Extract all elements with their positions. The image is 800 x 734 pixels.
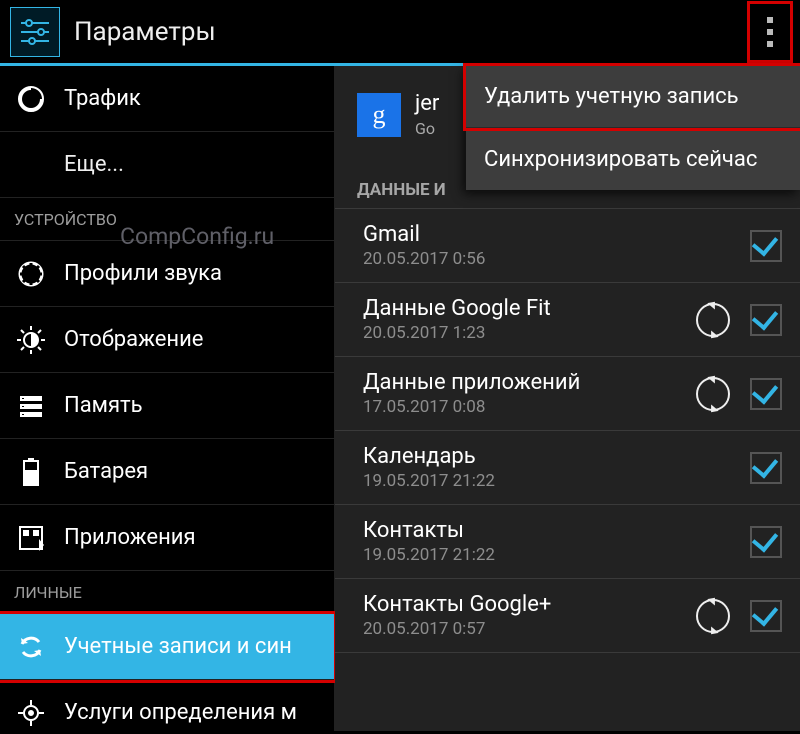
sidebar-item-label: Еще... xyxy=(64,152,124,177)
sidebar-item-more[interactable]: Еще... xyxy=(0,132,334,198)
sidebar-item-label: Услуги определения м xyxy=(64,700,297,725)
sync-item-time: 20.05.2017 0:57 xyxy=(363,619,696,639)
sidebar-item-label: Приложения xyxy=(64,525,196,550)
settings-sidebar: Трафик Еще... УСТРОЙСТВО Профили звука О… xyxy=(0,66,335,731)
sidebar-item-label: Батарея xyxy=(64,459,148,484)
apps-icon xyxy=(16,523,46,553)
sidebar-item-storage[interactable]: Память xyxy=(0,373,334,439)
sync-item[interactable]: Данные приложений17.05.2017 0:08 xyxy=(335,357,800,431)
sidebar-item-accounts[interactable]: Учетные записи и син xyxy=(0,614,334,680)
sync-checkbox[interactable] xyxy=(750,526,782,558)
sidebar-item-sound[interactable]: Профили звука xyxy=(0,241,334,307)
settings-icon xyxy=(10,7,60,57)
account-detail-pane: g jer Go ДАННЫЕ И Gmail20.05.2017 0:56Да… xyxy=(335,66,800,731)
sync-item[interactable]: Контакты19.05.2017 21:22 xyxy=(335,505,800,579)
sync-progress-icon xyxy=(696,377,730,411)
sync-checkbox[interactable] xyxy=(750,378,782,410)
sync-item-title: Данные Google Fit xyxy=(363,296,696,321)
sync-item-time: 19.05.2017 21:22 xyxy=(363,545,750,565)
sync-item-time: 20.05.2017 0:56 xyxy=(363,249,750,269)
more-vert-icon xyxy=(766,17,774,47)
sidebar-item-location[interactable]: Услуги определения м xyxy=(0,680,334,734)
brightness-icon xyxy=(16,325,46,355)
sync-checkbox[interactable] xyxy=(750,452,782,484)
account-name: jer xyxy=(415,93,439,115)
sync-checkbox[interactable] xyxy=(750,600,782,632)
sidebar-item-label: Учетные записи и син xyxy=(64,634,292,659)
overflow-popup-menu: Удалить учетную запись Синхронизировать … xyxy=(466,66,800,190)
sync-item[interactable]: Календарь19.05.2017 21:22 xyxy=(335,431,800,505)
sync-item-title: Контакты xyxy=(363,518,750,543)
location-icon xyxy=(16,698,46,728)
sidebar-item-apps[interactable]: Приложения xyxy=(0,505,334,571)
battery-icon xyxy=(16,457,46,487)
sync-item-title: Календарь xyxy=(363,444,750,469)
data-usage-icon xyxy=(16,84,46,114)
sync-progress-icon xyxy=(696,599,730,633)
menu-item-label: Удалить учетную запись xyxy=(484,84,739,109)
sync-item-time: 17.05.2017 0:08 xyxy=(363,397,696,417)
storage-icon xyxy=(16,391,46,421)
sidebar-item-battery[interactable]: Батарея xyxy=(0,439,334,505)
account-provider: Go xyxy=(415,119,439,138)
overflow-menu-button[interactable] xyxy=(750,4,790,60)
sync-item-time: 19.05.2017 21:22 xyxy=(363,471,750,491)
sidebar-section-device: УСТРОЙСТВО xyxy=(0,198,334,241)
sync-checkbox[interactable] xyxy=(750,230,782,262)
sync-icon xyxy=(16,632,46,662)
sync-item[interactable]: Контакты Google+20.05.2017 0:57 xyxy=(335,579,800,653)
sync-item-time: 20.05.2017 1:23 xyxy=(363,323,696,343)
menu-item-sync-now[interactable]: Синхронизировать сейчас xyxy=(466,128,800,190)
sync-item-title: Gmail xyxy=(363,222,750,247)
sync-progress-icon xyxy=(696,303,730,337)
action-bar: Параметры xyxy=(0,0,800,66)
sound-icon xyxy=(16,259,46,289)
menu-item-label: Синхронизировать сейчас xyxy=(484,147,757,172)
sidebar-section-personal: ЛИЧНЫЕ xyxy=(0,571,334,614)
sidebar-item-traffic[interactable]: Трафик xyxy=(0,66,334,132)
sync-checkbox[interactable] xyxy=(750,304,782,336)
sync-item-title: Контакты Google+ xyxy=(363,592,696,617)
menu-item-remove-account[interactable]: Удалить учетную запись xyxy=(466,66,800,128)
sidebar-item-label: Память xyxy=(64,393,143,418)
sidebar-item-label: Профили звука xyxy=(64,261,222,286)
sync-item-title: Данные приложений xyxy=(363,370,696,395)
sync-item[interactable]: Gmail20.05.2017 0:56 xyxy=(335,209,800,283)
google-icon: g xyxy=(357,93,401,137)
sidebar-item-label: Трафик xyxy=(64,86,141,111)
page-title: Параметры xyxy=(74,17,216,47)
sync-item[interactable]: Данные Google Fit20.05.2017 1:23 xyxy=(335,283,800,357)
sidebar-item-label: Отображение xyxy=(64,327,203,352)
sidebar-item-display[interactable]: Отображение xyxy=(0,307,334,373)
